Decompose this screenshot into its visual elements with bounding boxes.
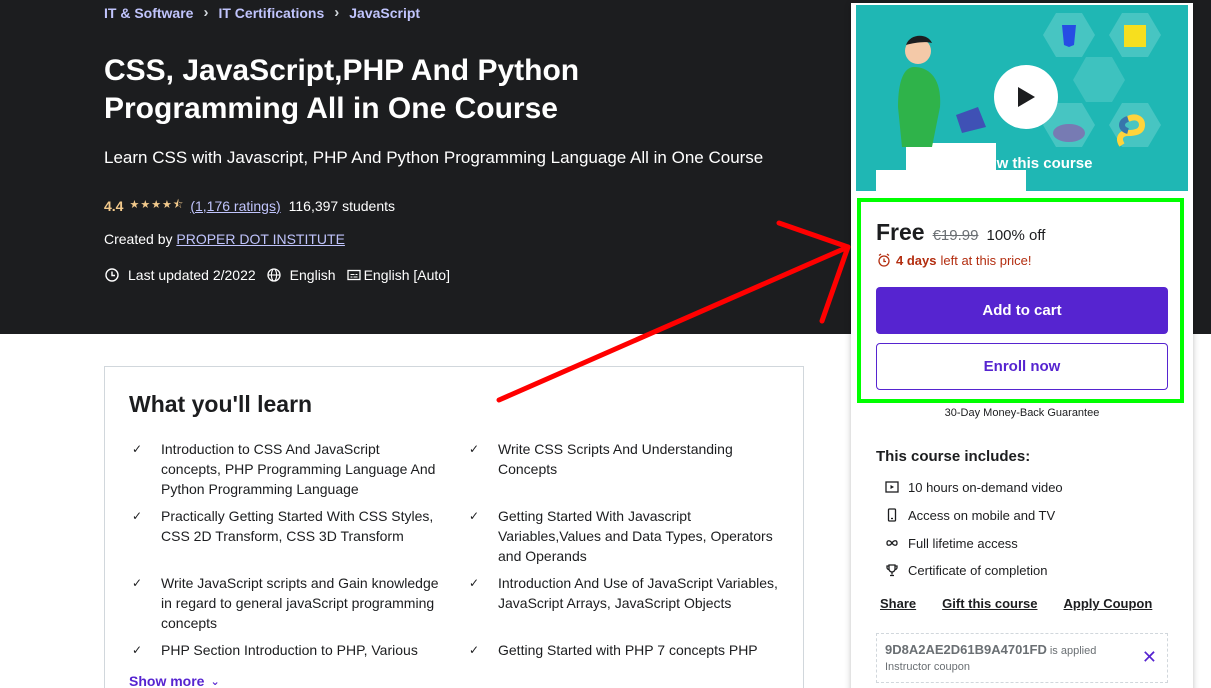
timer-days: 4 days — [896, 252, 937, 268]
share-button[interactable]: Share — [880, 596, 916, 611]
money-back-guarantee: 30-Day Money-Back Guarantee — [944, 407, 1100, 419]
learn-item: ✓ Practically Getting Started With CSS S… — [129, 506, 441, 546]
learn-item: ✓ Write CSS Scripts And Understanding Co… — [466, 439, 783, 479]
include-item: Certificate of completion — [876, 562, 1047, 578]
include-item: 10 hours on-demand video — [876, 479, 1063, 495]
course-subtitle: Learn CSS with Javascript, PHP And Pytho… — [104, 148, 764, 167]
check-icon: ✓ — [132, 643, 143, 657]
check-icon: ✓ — [469, 643, 480, 657]
video-icon — [885, 481, 899, 493]
alarm-clock-icon — [878, 253, 890, 267]
learn-item: ✓ Getting Started with PHP 7 concepts PH… — [466, 640, 783, 660]
what-youll-learn: What you'll learn ✓ Introduction to CSS … — [104, 366, 804, 688]
star-rating-icon: ★★★★⯪ — [129, 199, 185, 211]
gift-course-button[interactable]: Gift this course — [942, 596, 1037, 611]
applied-coupon: 9D8A2AE2D61B9A4701FD is applied Instructo… — [876, 633, 1168, 683]
price-timer: 4 days left at this price! — [876, 252, 1032, 268]
learn-item: ✓ Introduction And Use of JavaScript Var… — [466, 573, 783, 613]
discount-percent: 100% off — [986, 227, 1046, 244]
captions-icon — [346, 269, 361, 281]
price-row: Free €19.99 100% off — [876, 219, 1045, 246]
course-meta: Last updated 2/2022 English English [Aut… — [104, 267, 450, 283]
ratings-count-link[interactable]: (1,176 ratings) — [190, 198, 280, 214]
course-captions: English [Auto] — [363, 267, 450, 283]
learn-item: ✓ Getting Started With Javascript Variab… — [466, 506, 783, 566]
timer-text: left at this price! — [940, 252, 1032, 268]
purchase-sidebar: Preview this course Free €19.99 100% off… — [851, 3, 1193, 688]
apply-coupon-button[interactable]: Apply Coupon — [1064, 596, 1153, 611]
learn-item: ✓ Introduction to CSS And JavaScript con… — [129, 439, 441, 499]
learn-heading: What you'll learn — [129, 391, 313, 417]
course-language: English — [289, 267, 336, 283]
sidebar-links: Share Gift this course Apply Coupon — [880, 596, 1152, 611]
enroll-now-button[interactable]: Enroll now — [876, 343, 1168, 390]
course-title: CSS, JavaScript,PHP And Python Programmi… — [104, 54, 580, 125]
breadcrumb-it-software[interactable]: IT & Software — [104, 5, 193, 21]
created-by: Created by PROPER DOT INSTITUTE — [104, 231, 345, 247]
learn-item: ✓ Write JavaScript scripts and Gain know… — [129, 573, 441, 633]
students-count: 116,397 students — [288, 197, 396, 214]
mobile-icon — [887, 508, 897, 522]
trophy-icon — [886, 564, 898, 577]
course-preview[interactable]: Preview this course — [856, 5, 1188, 191]
last-updated: Last updated 2/2022 — [128, 267, 256, 283]
include-item: Full lifetime access — [876, 535, 1018, 551]
includes-title: This course includes: — [876, 448, 1031, 465]
coupon-type: Instructor coupon — [885, 661, 970, 673]
current-price: Free — [876, 219, 925, 245]
infinity-icon — [886, 540, 898, 546]
chevron-right-icon: › — [334, 4, 340, 21]
coupon-applied-text: is applied — [1049, 645, 1097, 657]
rating-row: 4.4 ★★★★⯪ (1,176 ratings) 116,397 studen… — [104, 196, 395, 215]
breadcrumb: IT & Software › IT Certifications › Java… — [104, 4, 420, 21]
coupon-code: 9D8A2AE2D61B9A4701FD — [885, 642, 1047, 657]
original-price: €19.99 — [932, 227, 979, 244]
chevron-right-icon: › — [203, 4, 209, 21]
check-icon: ✓ — [132, 442, 143, 456]
breadcrumb-javascript[interactable]: JavaScript — [349, 5, 420, 21]
globe-icon — [267, 268, 281, 282]
alert-clock-icon — [105, 268, 119, 282]
created-by-label: Created by — [104, 231, 173, 247]
add-to-cart-button[interactable]: Add to cart — [876, 287, 1168, 334]
chevron-down-icon: ⌄ — [210, 675, 220, 688]
check-icon: ✓ — [469, 576, 480, 590]
check-icon: ✓ — [132, 576, 143, 590]
play-icon[interactable] — [994, 65, 1058, 129]
learn-item: ✓ PHP Section Introduction to PHP, Vario… — [129, 640, 441, 660]
rating-value: 4.4 — [104, 197, 124, 214]
breadcrumb-it-certifications[interactable]: IT Certifications — [218, 5, 324, 21]
instructor-link[interactable]: PROPER DOT INSTITUTE — [176, 231, 345, 247]
check-icon: ✓ — [469, 509, 480, 523]
check-icon: ✓ — [132, 509, 143, 523]
preview-label: Preview this course — [951, 155, 1093, 172]
include-item: Access on mobile and TV — [876, 507, 1055, 523]
remove-coupon-icon[interactable]: ✕ — [1142, 648, 1157, 666]
check-icon: ✓ — [469, 442, 480, 456]
show-more-button[interactable]: Show more ⌄ — [129, 673, 220, 688]
